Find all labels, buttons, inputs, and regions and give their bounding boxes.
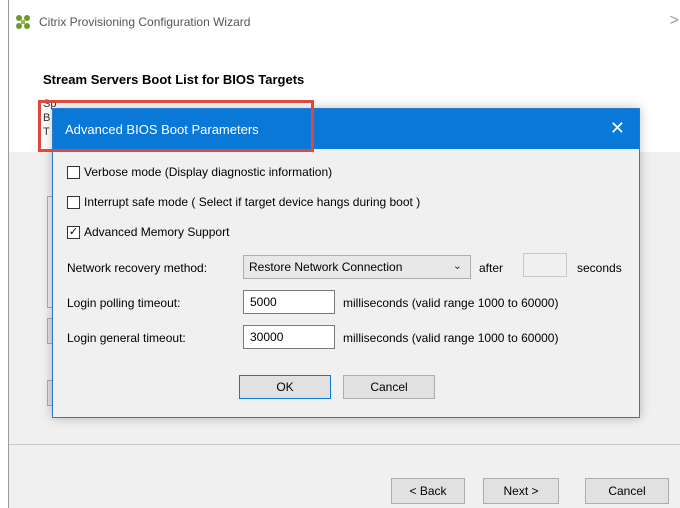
dialog-title: Advanced BIOS Boot Parameters [65, 122, 259, 137]
login-general-label: Login general timeout: [67, 331, 186, 345]
advanced-memory-option[interactable]: ✓ Advanced Memory Support [67, 225, 229, 239]
verbose-mode-label: Verbose mode (Display diagnostic informa… [84, 165, 333, 179]
chevron-down-icon: ⌄ [452, 260, 462, 272]
citrix-app-icon [16, 15, 30, 29]
login-polling-hint: milliseconds (valid range 1000 to 60000) [343, 296, 559, 310]
next-button[interactable]: Next > [483, 478, 559, 504]
wizard-close-icon[interactable]: > [670, 12, 679, 30]
dialog-titlebar: Advanced BIOS Boot Parameters ✕ [53, 109, 639, 149]
network-recovery-label: Network recovery method: [67, 261, 208, 275]
login-general-input[interactable]: 30000 [243, 325, 335, 349]
login-general-hint: milliseconds (valid range 1000 to 60000) [343, 331, 559, 345]
after-seconds-input[interactable] [523, 253, 567, 277]
wizard-titlebar: Citrix Provisioning Configuration Wizard… [9, 0, 680, 40]
login-polling-input[interactable]: 5000 [243, 290, 335, 314]
ok-button[interactable]: OK [239, 375, 331, 399]
seconds-label: seconds [577, 261, 622, 275]
network-recovery-value: Restore Network Connection [249, 260, 403, 274]
wizard-title: Citrix Provisioning Configuration Wizard [39, 15, 251, 29]
wizard-footer [9, 445, 680, 508]
login-polling-label: Login polling timeout: [67, 296, 181, 310]
dialog-close-icon[interactable]: ✕ [610, 118, 625, 139]
advanced-memory-label: Advanced Memory Support [84, 225, 230, 239]
interrupt-safe-mode-checkbox[interactable] [67, 195, 80, 209]
verbose-mode-option[interactable]: Verbose mode (Display diagnostic informa… [67, 165, 332, 179]
interrupt-safe-mode-label: Interrupt safe mode ( Select if target d… [84, 195, 421, 209]
background-text-3: T [43, 126, 50, 138]
background-text-2: B [43, 112, 51, 124]
verbose-mode-checkbox[interactable] [67, 165, 80, 179]
back-button[interactable]: < Back [391, 478, 465, 504]
advanced-bios-dialog: Advanced BIOS Boot Parameters ✕ Verbose … [52, 108, 640, 418]
network-recovery-select[interactable]: Restore Network Connection ⌄ [243, 255, 471, 279]
after-label: after [479, 261, 504, 275]
interrupt-safe-mode-option[interactable]: Interrupt safe mode ( Select if target d… [67, 195, 420, 209]
advanced-memory-checkbox[interactable]: ✓ [67, 225, 80, 239]
dialog-cancel-button[interactable]: Cancel [343, 375, 435, 399]
wizard-cancel-button[interactable]: Cancel [585, 478, 669, 504]
page-title: Stream Servers Boot List for BIOS Target… [43, 72, 305, 87]
